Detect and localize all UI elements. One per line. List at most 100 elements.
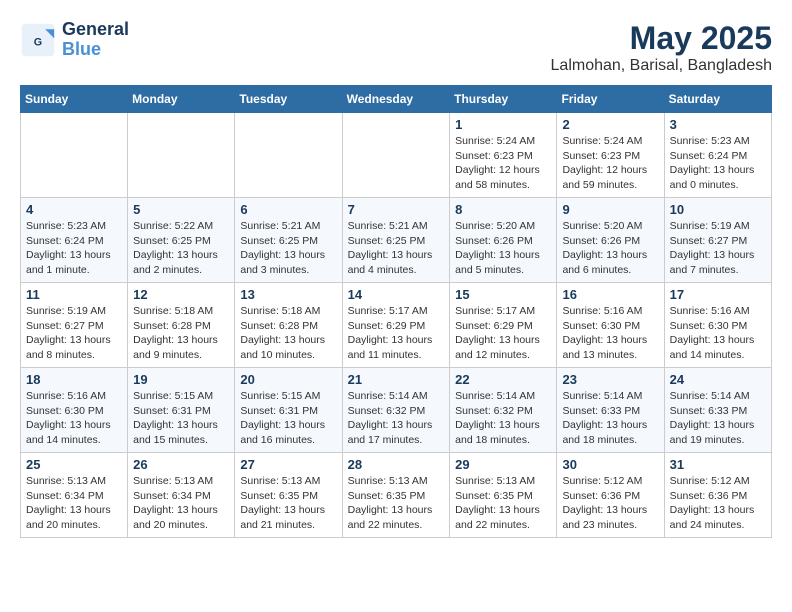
- day-number: 18: [26, 372, 122, 387]
- day-info: Sunrise: 5:14 AM Sunset: 6:32 PM Dayligh…: [348, 389, 445, 448]
- day-info: Sunrise: 5:24 AM Sunset: 6:23 PM Dayligh…: [455, 134, 551, 193]
- calendar-cell: 4Sunrise: 5:23 AM Sunset: 6:24 PM Daylig…: [21, 198, 128, 283]
- day-info: Sunrise: 5:20 AM Sunset: 6:26 PM Dayligh…: [455, 219, 551, 278]
- calendar-cell: 30 Sunrise: 5:12 AM Sunset: 6:36 PM Dayli…: [557, 453, 664, 538]
- day-info: Sunrise: 5:23 AM Sunset: 6:24 PM Dayligh…: [670, 134, 766, 193]
- svg-text:G: G: [34, 36, 42, 48]
- calendar-cell: 14 Sunrise: 5:17 AM Sunset: 6:29 PM Dayli…: [342, 283, 450, 368]
- day-number: 31: [670, 457, 766, 472]
- calendar-cell: 13 Sunrise: 5:18 AM Sunset: 6:28 PM Dayli…: [235, 283, 342, 368]
- day-info: Sunrise: 5:14 AM Sunset: 6:33 PM Dayligh…: [670, 389, 766, 448]
- calendar-cell: [235, 113, 342, 198]
- calendar-cell: 11 Sunrise: 5:19 AM Sunset: 6:27 PM Dayli…: [21, 283, 128, 368]
- day-number: 16: [562, 287, 658, 302]
- weekday-header: Saturday: [664, 86, 771, 113]
- location-title: Lalmohan, Barisal, Bangladesh: [551, 57, 772, 75]
- day-number: 6: [240, 202, 336, 217]
- weekday-header: Sunday: [21, 86, 128, 113]
- calendar-cell: 19Sunrise: 5:15 AM Sunset: 6:31 PM Dayli…: [128, 368, 235, 453]
- calendar-cell: [128, 113, 235, 198]
- day-info: Sunrise: 5:14 AM Sunset: 6:33 PM Dayligh…: [562, 389, 658, 448]
- day-number: 13: [240, 287, 336, 302]
- calendar-cell: 18 Sunrise: 5:16 AM Sunset: 6:30 PM Dayli…: [21, 368, 128, 453]
- weekday-header: Tuesday: [235, 86, 342, 113]
- calendar-cell: 23 Sunrise: 5:14 AM Sunset: 6:33 PM Dayli…: [557, 368, 664, 453]
- day-info: Sunrise: 5:22 AM Sunset: 6:25 PM Dayligh…: [133, 219, 229, 278]
- logo: G General Blue: [20, 20, 129, 60]
- day-info: Sunrise: 5:13 AM Sunset: 6:34 PM Dayligh…: [26, 474, 122, 533]
- day-info: Sunrise: 5:16 AM Sunset: 6:30 PM Dayligh…: [562, 304, 658, 363]
- calendar-cell: [342, 113, 450, 198]
- title-block: May 2025 Lalmohan, Barisal, Bangladesh: [551, 20, 772, 75]
- calendar-cell: 20Sunrise: 5:15 AM Sunset: 6:31 PM Dayli…: [235, 368, 342, 453]
- day-info: Sunrise: 5:12 AM Sunset: 6:36 PM Dayligh…: [562, 474, 658, 533]
- day-number: 10: [670, 202, 766, 217]
- day-number: 24: [670, 372, 766, 387]
- calendar-cell: 24 Sunrise: 5:14 AM Sunset: 6:33 PM Dayli…: [664, 368, 771, 453]
- calendar-cell: 1 Sunrise: 5:24 AM Sunset: 6:23 PM Daylig…: [450, 113, 557, 198]
- weekday-header: Wednesday: [342, 86, 450, 113]
- logo-icon: G: [20, 22, 56, 58]
- weekday-header: Monday: [128, 86, 235, 113]
- day-info: Sunrise: 5:17 AM Sunset: 6:29 PM Dayligh…: [455, 304, 551, 363]
- day-info: Sunrise: 5:16 AM Sunset: 6:30 PM Dayligh…: [26, 389, 122, 448]
- calendar-cell: 2 Sunrise: 5:24 AM Sunset: 6:23 PM Daylig…: [557, 113, 664, 198]
- month-title: May 2025: [551, 20, 772, 57]
- day-info: Sunrise: 5:18 AM Sunset: 6:28 PM Dayligh…: [240, 304, 336, 363]
- day-number: 8: [455, 202, 551, 217]
- day-number: 30: [562, 457, 658, 472]
- day-info: Sunrise: 5:16 AM Sunset: 6:30 PM Dayligh…: [670, 304, 766, 363]
- calendar-cell: 9Sunrise: 5:20 AM Sunset: 6:26 PM Daylig…: [557, 198, 664, 283]
- day-number: 12: [133, 287, 229, 302]
- calendar-cell: 28Sunrise: 5:13 AM Sunset: 6:35 PM Dayli…: [342, 453, 450, 538]
- day-number: 22: [455, 372, 551, 387]
- calendar-cell: 12 Sunrise: 5:18 AM Sunset: 6:28 PM Dayli…: [128, 283, 235, 368]
- day-info: Sunrise: 5:21 AM Sunset: 6:25 PM Dayligh…: [240, 219, 336, 278]
- day-number: 9: [562, 202, 658, 217]
- calendar-table: SundayMondayTuesdayWednesdayThursdayFrid…: [20, 85, 772, 538]
- calendar-cell: [21, 113, 128, 198]
- day-number: 21: [348, 372, 445, 387]
- calendar-cell: 5 Sunrise: 5:22 AM Sunset: 6:25 PM Daylig…: [128, 198, 235, 283]
- day-info: Sunrise: 5:13 AM Sunset: 6:34 PM Dayligh…: [133, 474, 229, 533]
- day-info: Sunrise: 5:18 AM Sunset: 6:28 PM Dayligh…: [133, 304, 229, 363]
- week-row: 18 Sunrise: 5:16 AM Sunset: 6:30 PM Dayli…: [21, 368, 772, 453]
- calendar-cell: 16 Sunrise: 5:16 AM Sunset: 6:30 PM Dayli…: [557, 283, 664, 368]
- day-info: Sunrise: 5:13 AM Sunset: 6:35 PM Dayligh…: [348, 474, 445, 533]
- calendar-cell: 8 Sunrise: 5:20 AM Sunset: 6:26 PM Daylig…: [450, 198, 557, 283]
- calendar-cell: 22Sunrise: 5:14 AM Sunset: 6:32 PM Dayli…: [450, 368, 557, 453]
- calendar-cell: 6 Sunrise: 5:21 AM Sunset: 6:25 PM Daylig…: [235, 198, 342, 283]
- day-number: 26: [133, 457, 229, 472]
- logo-text: General Blue: [62, 20, 129, 60]
- week-row: 4Sunrise: 5:23 AM Sunset: 6:24 PM Daylig…: [21, 198, 772, 283]
- calendar-cell: 3Sunrise: 5:23 AM Sunset: 6:24 PM Daylig…: [664, 113, 771, 198]
- day-info: Sunrise: 5:17 AM Sunset: 6:29 PM Dayligh…: [348, 304, 445, 363]
- week-row: 1 Sunrise: 5:24 AM Sunset: 6:23 PM Daylig…: [21, 113, 772, 198]
- day-number: 14: [348, 287, 445, 302]
- day-number: 5: [133, 202, 229, 217]
- weekday-header-row: SundayMondayTuesdayWednesdayThursdayFrid…: [21, 86, 772, 113]
- day-number: 17: [670, 287, 766, 302]
- day-info: Sunrise: 5:19 AM Sunset: 6:27 PM Dayligh…: [26, 304, 122, 363]
- day-number: 27: [240, 457, 336, 472]
- weekday-header: Friday: [557, 86, 664, 113]
- calendar-cell: 29Sunrise: 5:13 AM Sunset: 6:35 PM Dayli…: [450, 453, 557, 538]
- day-number: 29: [455, 457, 551, 472]
- page-header: G General Blue May 2025 Lalmohan, Barisa…: [20, 20, 772, 75]
- day-number: 11: [26, 287, 122, 302]
- calendar-cell: 10 Sunrise: 5:19 AM Sunset: 6:27 PM Dayli…: [664, 198, 771, 283]
- day-number: 2: [562, 117, 658, 132]
- day-number: 23: [562, 372, 658, 387]
- calendar-cell: 15Sunrise: 5:17 AM Sunset: 6:29 PM Dayli…: [450, 283, 557, 368]
- calendar-cell: 25Sunrise: 5:13 AM Sunset: 6:34 PM Dayli…: [21, 453, 128, 538]
- day-info: Sunrise: 5:15 AM Sunset: 6:31 PM Dayligh…: [240, 389, 336, 448]
- day-number: 7: [348, 202, 445, 217]
- calendar-cell: 27 Sunrise: 5:13 AM Sunset: 6:35 PM Dayli…: [235, 453, 342, 538]
- day-info: Sunrise: 5:13 AM Sunset: 6:35 PM Dayligh…: [240, 474, 336, 533]
- calendar-cell: 26 Sunrise: 5:13 AM Sunset: 6:34 PM Dayli…: [128, 453, 235, 538]
- week-row: 11 Sunrise: 5:19 AM Sunset: 6:27 PM Dayli…: [21, 283, 772, 368]
- day-info: Sunrise: 5:24 AM Sunset: 6:23 PM Dayligh…: [562, 134, 658, 193]
- week-row: 25Sunrise: 5:13 AM Sunset: 6:34 PM Dayli…: [21, 453, 772, 538]
- day-number: 1: [455, 117, 551, 132]
- day-info: Sunrise: 5:19 AM Sunset: 6:27 PM Dayligh…: [670, 219, 766, 278]
